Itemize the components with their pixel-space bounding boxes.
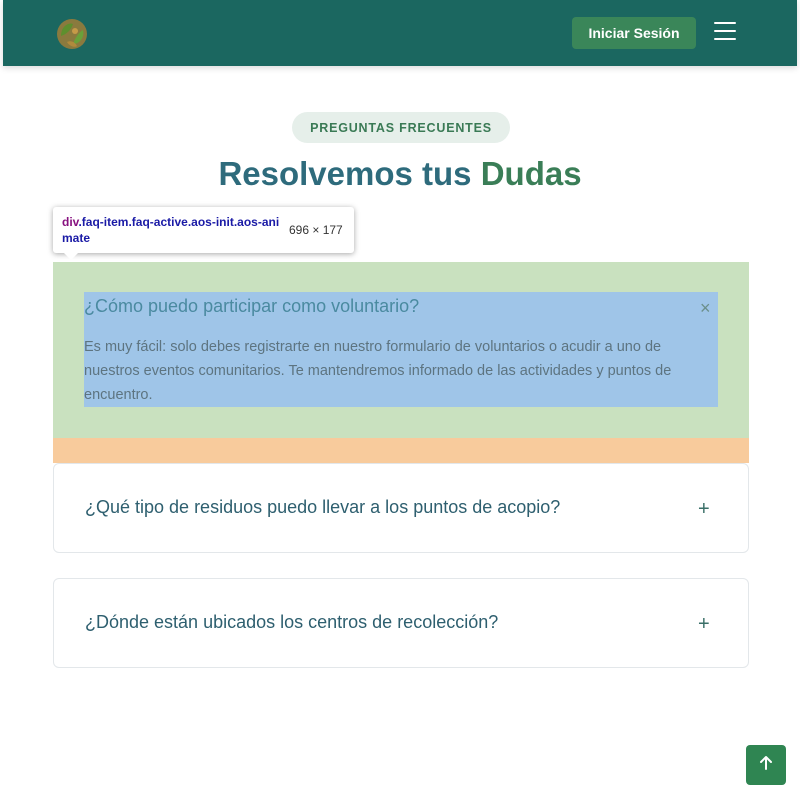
faq-question[interactable]: ¿Qué tipo de residuos puedo llevar a los…	[85, 497, 560, 518]
login-button[interactable]: Iniciar Sesión	[572, 17, 696, 49]
section-badge: PREGUNTAS FRECUENTES	[292, 112, 510, 143]
faq-question[interactable]: ¿Dónde están ubicados los centros de rec…	[85, 612, 498, 633]
tooltip-classes: .faq-item.faq-active.aos-init.aos-animat…	[62, 215, 280, 245]
devtools-tooltip: div.faq-item.faq-active.aos-init.aos-ani…	[53, 207, 354, 260]
faq-item[interactable]: ¿Qué tipo de residuos puedo llevar a los…	[53, 463, 749, 553]
plus-icon[interactable]: +	[698, 614, 710, 634]
leaf-logo-icon[interactable]	[53, 16, 91, 52]
tooltip-size: 696 × 177	[289, 223, 343, 237]
plus-icon[interactable]: +	[698, 499, 710, 519]
page: Iniciar Sesión PREGUNTAS FRECUENTES Reso…	[0, 0, 800, 800]
faq-question[interactable]: ¿Cómo puedo participar como voluntario?	[84, 296, 664, 317]
hamburger-menu-icon[interactable]	[713, 20, 737, 42]
back-to-top-button[interactable]	[746, 745, 786, 785]
title-main: Resolvemos tus	[218, 155, 472, 192]
faq-item[interactable]: ¿Dónde están ubicados los centros de rec…	[53, 578, 749, 668]
tooltip-tag: div	[62, 215, 79, 229]
site-header: Iniciar Sesión	[3, 0, 797, 66]
title-accent: Dudas	[480, 155, 582, 192]
faq-answer: Es muy fácil: solo debes registrarte en …	[84, 339, 672, 403]
section-title: Resolvemos tus Dudas	[0, 155, 800, 193]
tooltip-selector: div.faq-item.faq-active.aos-init.aos-ani…	[62, 214, 280, 246]
arrow-up-icon	[759, 755, 773, 776]
close-icon[interactable]: ×	[700, 299, 711, 317]
devtools-margin-highlight	[53, 438, 749, 463]
